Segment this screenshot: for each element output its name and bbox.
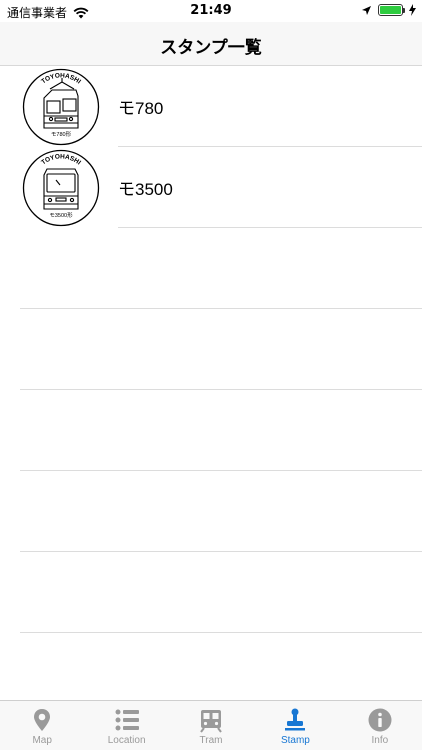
location-arrow-icon	[362, 5, 371, 15]
tab-label: Location	[107, 735, 146, 746]
stamp-image-mo780: TOYOHASHI モ780形	[22, 68, 100, 146]
charging-bolt-icon	[409, 4, 416, 16]
tab-bar: Map Location Tram Stamp Info	[0, 700, 422, 750]
tab-location[interactable]: Location	[84, 701, 168, 750]
empty-row	[0, 471, 422, 552]
navigation-bar: スタンプ一覧	[0, 22, 422, 66]
stamp-label: モ3500	[118, 180, 173, 199]
tab-label: Info	[371, 735, 389, 746]
tab-label: Tram	[199, 735, 223, 746]
tab-tram[interactable]: Tram	[169, 701, 253, 750]
tab-label: Map	[32, 735, 52, 746]
status-bar: 通信事業者 21:49	[0, 0, 422, 22]
status-right	[361, 4, 416, 16]
stamp-list: TOYOHASHI モ780形 モ780 TOYOHASHI モ3500形 モ3…	[0, 66, 422, 700]
tab-stamp[interactable]: Stamp	[253, 701, 337, 750]
tab-map[interactable]: Map	[0, 701, 84, 750]
stamp-image-mo3500: TOYOHASHI モ3500形	[22, 149, 100, 227]
empty-row	[0, 228, 422, 309]
stamp-bottom-text: モ780形	[51, 130, 72, 138]
stamp-bottom-text: モ3500形	[49, 211, 73, 219]
tab-label: Stamp	[280, 735, 310, 746]
stamp-row-mo780[interactable]: TOYOHASHI モ780形 モ780	[0, 66, 422, 147]
list-icon	[115, 709, 139, 731]
tab-info[interactable]: Info	[338, 701, 422, 750]
row-separator	[20, 632, 422, 633]
page-title: スタンプ一覧	[160, 38, 262, 58]
stamp-row-mo3500[interactable]: TOYOHASHI モ3500形 モ3500	[0, 147, 422, 228]
stamp-label: モ780	[118, 99, 164, 118]
empty-row	[0, 390, 422, 471]
status-time: 21:49	[190, 3, 232, 18]
tram-icon	[200, 710, 222, 733]
battery-icon	[378, 4, 405, 16]
map-pin-icon	[34, 709, 51, 731]
empty-row	[0, 552, 422, 633]
info-icon	[368, 708, 392, 732]
stamp-icon	[285, 708, 306, 731]
empty-row	[0, 309, 422, 390]
battery-level	[380, 6, 401, 14]
